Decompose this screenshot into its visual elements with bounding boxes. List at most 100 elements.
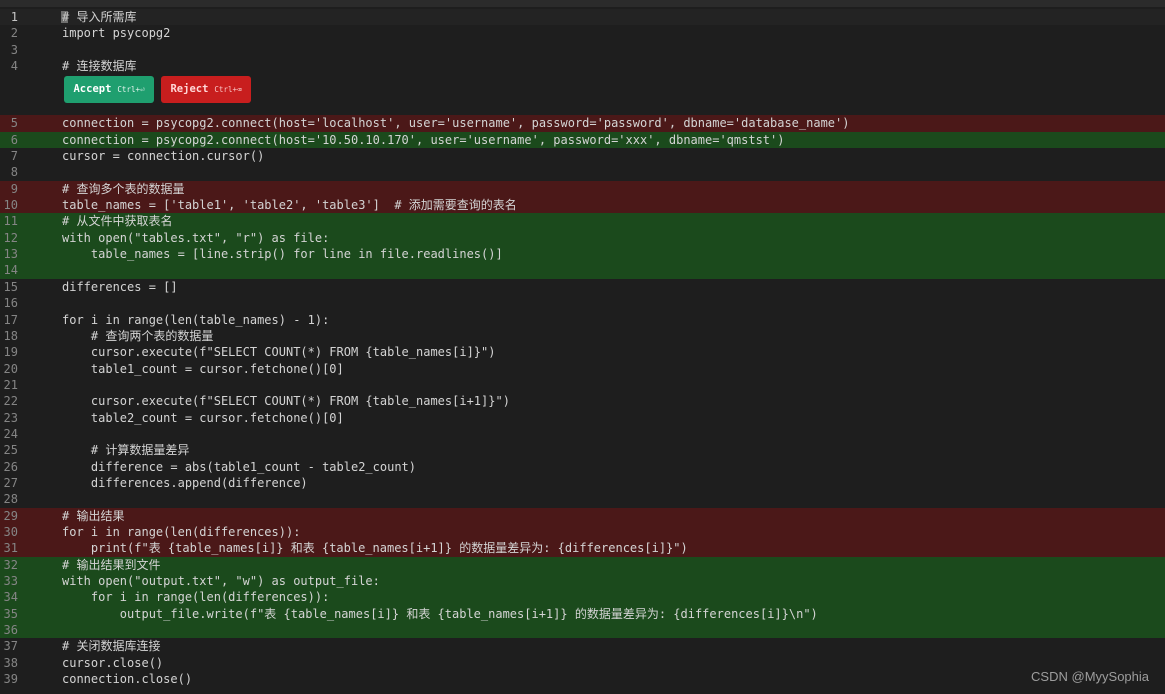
line-number: 5 bbox=[10, 116, 18, 131]
code-line[interactable]: 37 # 关闭数据库连接 bbox=[0, 638, 1165, 654]
added-code-line[interactable]: 6 connection = psycopg2.connect(host='10.… bbox=[0, 131, 1165, 149]
line-number: 30 bbox=[3, 524, 18, 539]
code-line[interactable]: 7 cursor = connection.cursor() bbox=[0, 148, 1165, 164]
editor-top-bar bbox=[0, 0, 1165, 7]
code-line[interactable]: 27 differences.append(difference) bbox=[0, 475, 1165, 491]
line-number: 29 bbox=[3, 508, 18, 523]
code-line[interactable]: 20 table1_count = cursor.fetchone()[0] bbox=[0, 361, 1165, 377]
code-text[interactable]: table2_count = cursor.fetchone()[0] bbox=[62, 410, 1165, 426]
code-text[interactable]: # 计算数据量差异 bbox=[62, 442, 1165, 458]
line-number: 28 bbox=[3, 492, 18, 507]
code-line[interactable]: 3 bbox=[0, 42, 1165, 58]
code-line[interactable]: 2 import psycopg2 bbox=[0, 25, 1165, 41]
code-text[interactable]: differences.append(difference) bbox=[62, 475, 1165, 491]
code-text[interactable]: output_file.write(f"表 {table_names[i]} 和… bbox=[62, 606, 1165, 622]
code-text[interactable]: import psycopg2 bbox=[62, 25, 1165, 41]
line-number: 34 bbox=[3, 590, 18, 605]
added-code-line[interactable]: 36 bbox=[0, 622, 1165, 639]
code-line[interactable]: 39 connection.close() bbox=[0, 671, 1165, 687]
line-number: 37 bbox=[3, 639, 18, 654]
added-code-line[interactable]: 11 # 从文件中获取表名 bbox=[0, 213, 1165, 230]
line-number: 4 bbox=[10, 59, 18, 74]
added-code-line[interactable]: 14 bbox=[0, 262, 1165, 279]
diff-action-widget: Accept Ctrl+⏎ Reject Ctrl+⌫ bbox=[0, 74, 1165, 115]
line-number: 15 bbox=[3, 279, 18, 294]
code-text[interactable]: # 输出结果到文件 bbox=[62, 557, 1165, 573]
code-text[interactable]: connection = psycopg2.connect(host='10.5… bbox=[62, 132, 1165, 148]
added-code-line[interactable]: 32 # 输出结果到文件 bbox=[0, 556, 1165, 573]
code-line[interactable]: 38 cursor.close() bbox=[0, 655, 1165, 671]
code-text[interactable]: # 从文件中获取表名 bbox=[62, 213, 1165, 229]
code-line[interactable]: 21 bbox=[0, 377, 1165, 393]
line-number: 24 bbox=[3, 426, 18, 441]
code-line[interactable]: 26 difference = abs(table1_count - table… bbox=[0, 459, 1165, 475]
code-text[interactable]: table_names = ['table1', 'table2', 'tabl… bbox=[62, 197, 1165, 213]
accept-button[interactable]: Accept Ctrl+⏎ bbox=[64, 76, 154, 104]
code-text[interactable]: cursor = connection.cursor() bbox=[62, 148, 1165, 164]
code-text[interactable]: # 连接数据库 bbox=[62, 58, 1165, 74]
line-number: 9 bbox=[10, 181, 18, 196]
code-line[interactable]: 28 bbox=[0, 491, 1165, 507]
code-text[interactable]: with open("tables.txt", "r") as file: bbox=[62, 230, 1165, 246]
code-text[interactable]: table_names = [line.strip() for line in … bbox=[62, 246, 1165, 262]
added-code-line[interactable]: 13 table_names = [line.strip() for line … bbox=[0, 246, 1165, 263]
code-text[interactable]: # 查询多个表的数据量 bbox=[62, 181, 1165, 197]
deleted-code-line[interactable]: 9 # 查询多个表的数据量 bbox=[0, 180, 1165, 198]
code-line[interactable]: 22 cursor.execute(f"SELECT COUNT(*) FROM… bbox=[0, 393, 1165, 409]
code-text[interactable]: # 查询两个表的数据量 bbox=[62, 328, 1165, 344]
code-text[interactable]: with open("output.txt", "w") as output_f… bbox=[62, 573, 1165, 589]
code-text[interactable]: cursor.execute(f"SELECT COUNT(*) FROM {t… bbox=[62, 344, 1165, 360]
code-text[interactable]: connection.close() bbox=[62, 671, 1165, 687]
code-text[interactable]: connection = psycopg2.connect(host='loca… bbox=[62, 115, 1165, 131]
code-text[interactable]: difference = abs(table1_count - table2_c… bbox=[62, 459, 1165, 475]
code-text[interactable]: table1_count = cursor.fetchone()[0] bbox=[62, 361, 1165, 377]
code-lines-after-widget: 5 connection = psycopg2.connect(host='loc… bbox=[0, 115, 1165, 687]
code-text[interactable]: cursor.execute(f"SELECT COUNT(*) FROM {t… bbox=[62, 393, 1165, 409]
line-number: 6 bbox=[10, 132, 18, 147]
code-text[interactable]: for i in range(len(differences)): bbox=[62, 524, 1165, 540]
line-number: 39 bbox=[3, 672, 18, 687]
code-line[interactable]: 17 for i in range(len(table_names) - 1): bbox=[0, 312, 1165, 328]
added-code-line[interactable]: 33 with open("output.txt", "w") as output… bbox=[0, 573, 1165, 590]
added-code-line[interactable]: 35 output_file.write(f"表 {table_names[i]… bbox=[0, 605, 1165, 623]
deleted-code-line[interactable]: 10 table_names = ['table1', 'table2', 'ta… bbox=[0, 197, 1165, 214]
line-number: 10 bbox=[3, 198, 18, 213]
code-line[interactable]: 19 cursor.execute(f"SELECT COUNT(*) FROM… bbox=[0, 344, 1165, 360]
line-number: 7 bbox=[10, 149, 18, 164]
reject-label: Reject bbox=[170, 83, 209, 96]
line-number: 22 bbox=[3, 394, 18, 409]
code-line[interactable]: 24 bbox=[0, 426, 1165, 442]
code-text[interactable]: # 输出结果 bbox=[62, 508, 1165, 524]
code-line[interactable]: 4 # 连接数据库 bbox=[0, 58, 1165, 74]
line-number: 23 bbox=[3, 410, 18, 425]
code-editor[interactable]: 1 # 导入所需库 2 import psycopg2 3 4 # 连接数据库 Accept… bbox=[0, 9, 1165, 687]
code-text[interactable]: differences = [] bbox=[62, 279, 1165, 295]
code-line[interactable]: 16 bbox=[0, 295, 1165, 311]
line-number: 2 bbox=[10, 26, 18, 41]
deleted-code-line[interactable]: 31 print(f"表 {table_names[i]} 和表 {table_… bbox=[0, 540, 1165, 557]
code-line[interactable]: 8 bbox=[0, 164, 1165, 180]
deleted-code-line[interactable]: 30 for i in range(len(differences)): bbox=[0, 523, 1165, 541]
added-code-line[interactable]: 12 with open("tables.txt", "r") as file: bbox=[0, 229, 1165, 247]
code-line[interactable]: 18 # 查询两个表的数据量 bbox=[0, 328, 1165, 344]
code-line[interactable]: 25 # 计算数据量差异 bbox=[0, 442, 1165, 458]
code-text[interactable]: cursor.close() bbox=[62, 655, 1165, 671]
deleted-code-line[interactable]: 29 # 输出结果 bbox=[0, 507, 1165, 524]
deleted-code-line[interactable]: 5 connection = psycopg2.connect(host='loc… bbox=[0, 115, 1165, 132]
code-text[interactable]: for i in range(len(differences)): bbox=[62, 589, 1165, 605]
code-text[interactable]: print(f"表 {table_names[i]} 和表 {table_nam… bbox=[62, 540, 1165, 556]
line-number: 38 bbox=[3, 655, 18, 670]
code-line[interactable]: 1 # 导入所需库 bbox=[0, 9, 1165, 26]
code-line[interactable]: 15 differences = [] bbox=[0, 279, 1165, 295]
reject-button[interactable]: Reject Ctrl+⌫ bbox=[161, 76, 251, 104]
code-text[interactable]: # 关闭数据库连接 bbox=[62, 638, 1165, 654]
added-code-line[interactable]: 34 for i in range(len(differences)): bbox=[0, 589, 1165, 606]
line-number: 12 bbox=[3, 230, 18, 245]
accept-shortcut: Ctrl+⏎ bbox=[117, 85, 145, 95]
code-line[interactable]: 23 table2_count = cursor.fetchone()[0] bbox=[0, 410, 1165, 426]
line-number: 32 bbox=[3, 557, 18, 572]
code-text[interactable]: for i in range(len(table_names) - 1): bbox=[62, 312, 1165, 328]
code-text[interactable]: # 导入所需库 bbox=[62, 9, 1165, 25]
line-number: 16 bbox=[3, 296, 18, 311]
line-number: 3 bbox=[10, 42, 18, 57]
